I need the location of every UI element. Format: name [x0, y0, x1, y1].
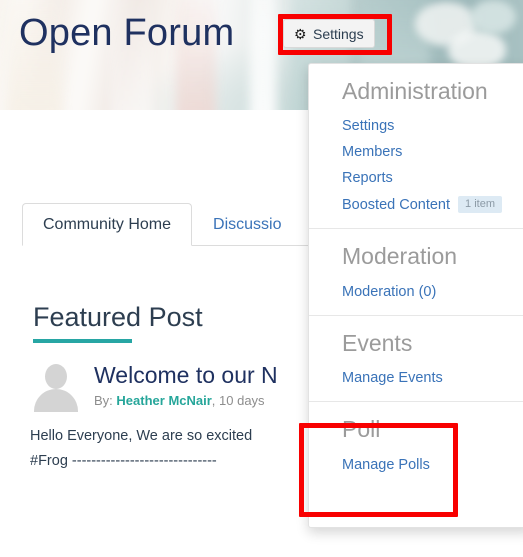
menu-item-boosted-content[interactable]: Boosted Content 1 item	[309, 191, 523, 218]
post-author-link[interactable]: Heather McNair	[116, 393, 211, 408]
featured-post-heading: Featured Post	[33, 302, 203, 332]
tab-bar: Community Home Discussio	[22, 198, 303, 246]
avatar-body-shape	[34, 389, 78, 412]
menu-item-label: Manage Events	[342, 370, 443, 387]
menu-item-label: Boosted Content	[342, 196, 451, 213]
screenshot-root: Open Forum ⚙ Settings Community Home Dis…	[0, 0, 523, 557]
settings-button[interactable]: ⚙ Settings	[283, 19, 375, 48]
menu-item-manage-polls[interactable]: Manage Polls	[309, 452, 523, 478]
boosted-content-badge: 1 item	[458, 196, 502, 214]
settings-button-label: Settings	[313, 25, 364, 42]
menu-section-events: Events Manage Events	[309, 314, 523, 401]
menu-section-poll: Poll Manage Polls	[309, 401, 523, 491]
page-title: Open Forum	[19, 12, 235, 54]
tab-discussion[interactable]: Discussio	[192, 203, 302, 246]
menu-item-label: Manage Polls	[342, 456, 430, 473]
menu-item-moderation[interactable]: Moderation (0)	[309, 279, 523, 305]
menu-heading-moderation: Moderation	[342, 243, 458, 270]
menu-section-administration: Administration Settings Members Reports …	[309, 64, 523, 228]
featured-post-underline	[33, 339, 132, 343]
byline-prefix: By:	[94, 393, 113, 409]
menu-heading-administration: Administration	[342, 78, 488, 104]
featured-post-title[interactable]: Welcome to our N	[94, 362, 278, 388]
menu-item-label: Moderation (0)	[342, 283, 437, 300]
settings-button-container: ⚙ Settings	[283, 19, 375, 48]
banner-decor-9	[470, 0, 516, 34]
menu-item-label: Members	[342, 144, 403, 161]
menu-item-reports[interactable]: Reports	[309, 165, 523, 191]
tab-community-home[interactable]: Community Home	[22, 203, 193, 246]
post-timestamp: , 10 days	[211, 393, 265, 409]
menu-item-manage-events[interactable]: Manage Events	[309, 365, 523, 391]
featured-post-meta: Welcome to our N By: Heather McNair, 10 …	[94, 360, 278, 408]
avatar	[30, 360, 82, 412]
menu-item-label: Reports	[342, 170, 393, 187]
avatar-head-shape	[45, 364, 67, 389]
menu-heading-events: Events	[342, 329, 413, 356]
menu-item-members[interactable]: Members	[309, 139, 523, 165]
gear-icon: ⚙	[294, 25, 307, 42]
featured-post-byline: By: Heather McNair, 10 days	[94, 393, 278, 408]
settings-dropdown-menu: Administration Settings Members Reports …	[308, 63, 523, 528]
menu-section-moderation: Moderation Moderation (0)	[309, 228, 523, 314]
menu-heading-poll: Poll	[342, 416, 381, 443]
menu-item-settings[interactable]: Settings	[309, 113, 523, 139]
banner-decor-4	[250, 0, 276, 110]
menu-item-label: Settings	[342, 118, 395, 135]
